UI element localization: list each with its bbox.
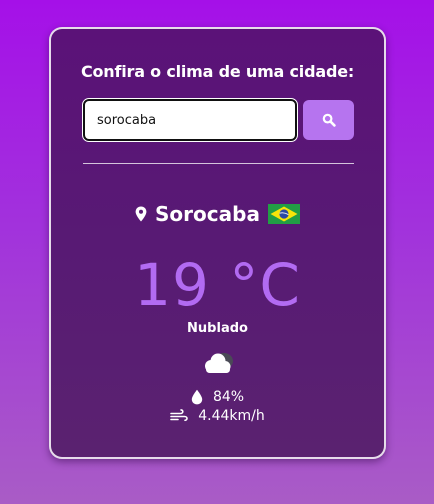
search-heading: Confira o clima de uma cidade:	[80, 62, 355, 81]
map-pin-icon	[135, 206, 147, 222]
humidity-value: 84%	[212, 389, 245, 405]
weather-card: Confira o clima de uma cidade: Sorocaba …	[49, 27, 386, 459]
water-drop-icon	[191, 389, 203, 405]
brazil-flag-icon	[267, 204, 300, 224]
wind-value: 4.44km/h	[198, 408, 265, 424]
city-name: Sorocaba	[155, 202, 260, 226]
search-icon	[322, 113, 336, 127]
city-search-input[interactable]	[82, 98, 298, 142]
city-row: Sorocaba	[51, 201, 384, 227]
weather-description: Nublado	[187, 321, 248, 336]
wind-row: 4.44km/h	[51, 408, 384, 424]
humidity-row: 84%	[51, 389, 384, 405]
wind-icon	[170, 409, 189, 422]
temperature: 19 °C	[134, 251, 301, 319]
cloud-icon	[205, 353, 233, 373]
divider	[83, 163, 354, 164]
search-button[interactable]	[303, 100, 354, 140]
